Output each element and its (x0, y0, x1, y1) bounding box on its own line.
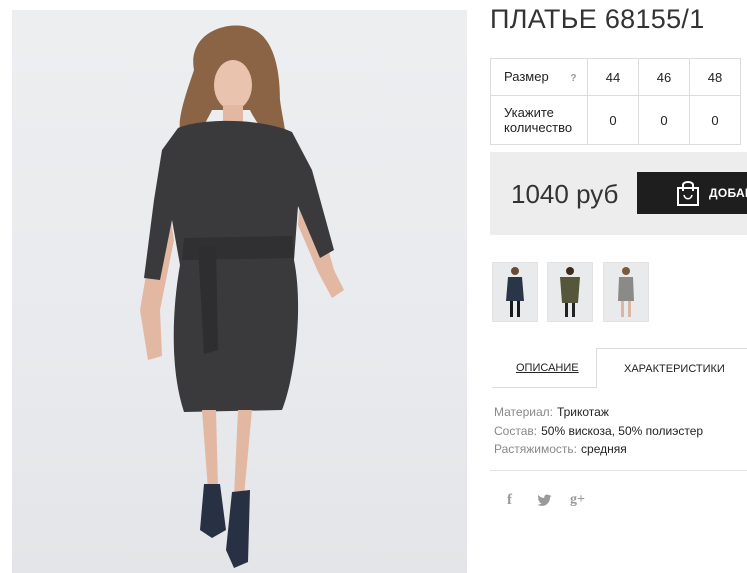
thumbnail-image (506, 267, 524, 317)
thumbnail-image (618, 267, 634, 317)
quantity-row: Укажите количество 0 0 0 (490, 95, 741, 145)
price: 1040 руб (511, 179, 619, 209)
facebook-icon[interactable]: f (507, 492, 512, 509)
thumbnail-3[interactable] (603, 262, 649, 322)
spec-row: Растяжимость: средняя (494, 440, 703, 459)
tab-specs[interactable]: ХАРАКТЕРИСТИКИ (596, 348, 747, 388)
size-46: 46 (638, 58, 690, 96)
spec-key: Материал: (494, 405, 553, 419)
shopping-bag-icon (677, 181, 699, 206)
tab-divider (492, 387, 596, 388)
size-label: Размер (504, 68, 549, 84)
size-quantity-table: Размер ? 44 46 48 Укажите количество 0 0… (490, 58, 741, 145)
spec-value: средняя (581, 442, 627, 456)
price-panel: 1040 руб ДОБАВ (490, 152, 747, 235)
thumbnail-image (560, 267, 580, 317)
product-tabs: ОПИСАНИЕ ХАРАКТЕРИСТИКИ (492, 348, 747, 388)
main-product-photo[interactable] (12, 10, 467, 573)
specs-list: Материал: Трикотаж Состав: 50% вискоза, 50… (494, 403, 703, 459)
size-row: Размер ? 44 46 48 (490, 58, 741, 96)
thumbnail-2[interactable] (547, 262, 593, 322)
size-48: 48 (689, 58, 741, 96)
tab-description[interactable]: ОПИСАНИЕ (516, 362, 579, 374)
twitter-icon[interactable] (537, 494, 552, 507)
divider (490, 470, 747, 471)
add-to-cart-label: ДОБАВ (709, 186, 747, 200)
spec-row: Состав: 50% вискоза, 50% полиэстер (494, 422, 703, 441)
quantity-input-44[interactable]: 0 (587, 95, 639, 145)
spec-key: Растяжимость: (494, 442, 578, 456)
size-44: 44 (587, 58, 639, 96)
help-icon[interactable]: ? (570, 73, 576, 84)
size-label-cell: Размер ? (490, 58, 588, 96)
spec-key: Состав: (494, 423, 538, 438)
quantity-label: Укажите количество (490, 95, 588, 145)
spec-row: Материал: Трикотаж (494, 403, 703, 422)
add-to-cart-button[interactable]: ДОБАВ (637, 172, 747, 214)
spec-value: 50% вискоза, 50% полиэстер (541, 423, 704, 438)
googleplus-icon[interactable]: g+ (570, 492, 585, 508)
spec-value: Трикотаж (556, 405, 609, 419)
quantity-input-46[interactable]: 0 (638, 95, 690, 145)
quantity-input-48[interactable]: 0 (689, 95, 741, 145)
tab-specs-label: ХАРАКТЕРИСТИКИ (624, 363, 725, 375)
product-title: ПЛАТЬЕ 68155/1 (490, 4, 705, 34)
thumbnail-1[interactable] (492, 262, 538, 322)
model-illustration (140, 25, 344, 568)
